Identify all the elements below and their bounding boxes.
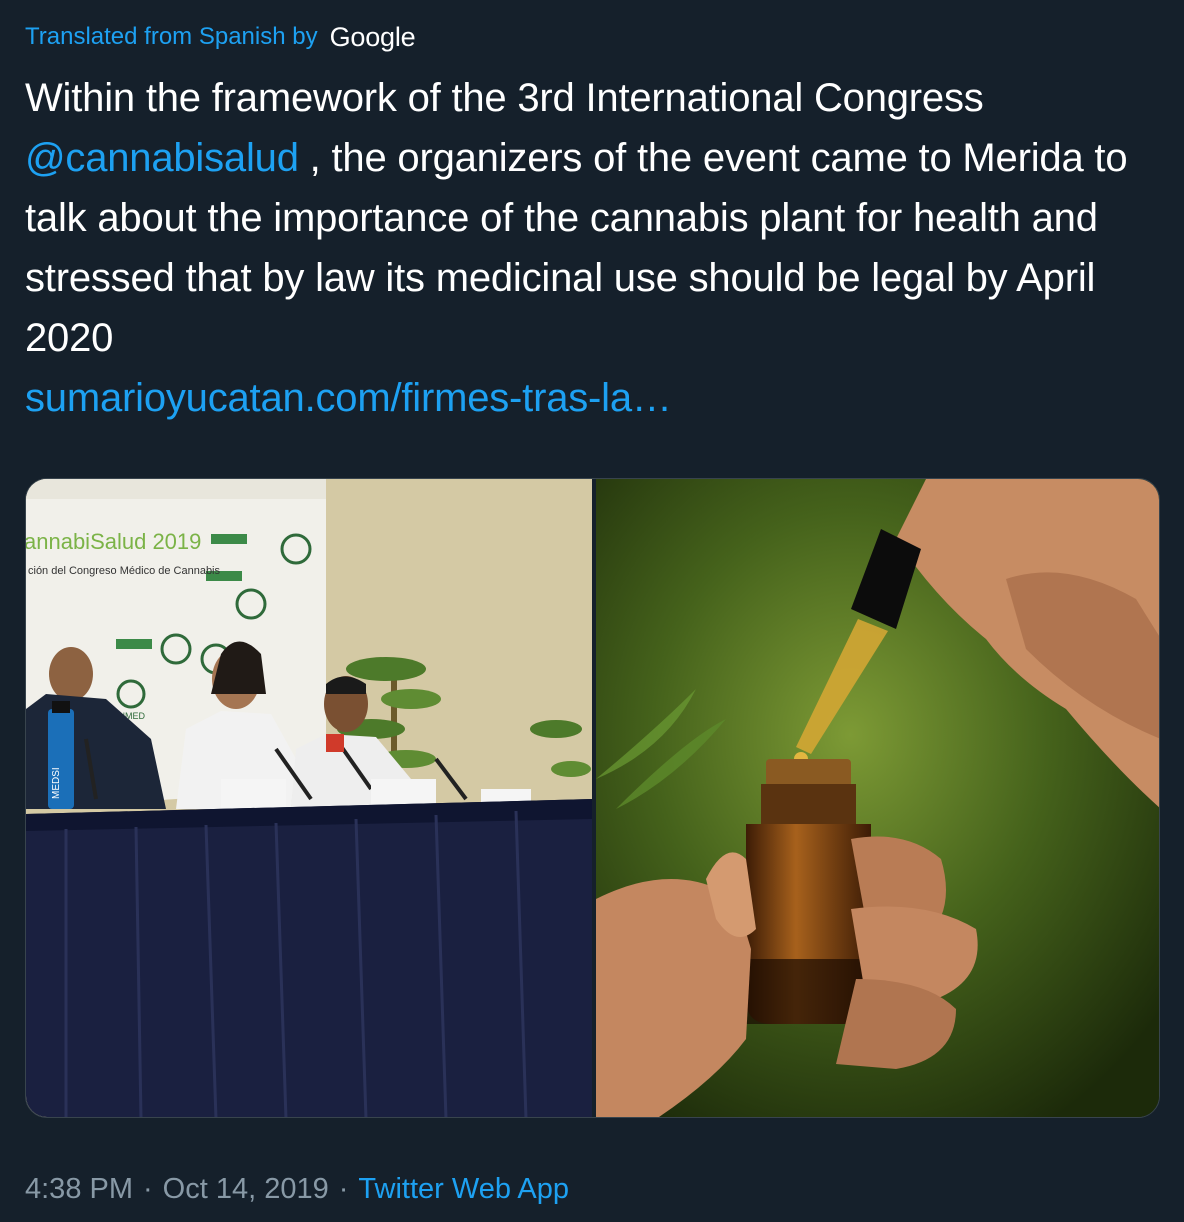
mention-link[interactable]: @cannabisalud: [25, 136, 299, 180]
bottle-label: MEDSI: [51, 767, 62, 799]
dropper-illustration: [596, 479, 1159, 1117]
tweet-text: Within the framework of the 3rd Internat…: [25, 68, 1165, 428]
tweet-footer: 4:38 PM · Oct 14, 2019 · Twitter Web App: [25, 1168, 569, 1210]
article-link[interactable]: sumarioyucatan.com/firmes-tras-la…: [25, 376, 672, 420]
banner-subtitle: ción del Congreso Médico de Cannabis: [28, 565, 221, 577]
tweet-time[interactable]: 4:38 PM: [25, 1173, 133, 1206]
tweet: Translated from Spanish by Google Within…: [0, 0, 1184, 1222]
separator: ·: [143, 1172, 153, 1205]
translation-attribution: Translated from Spanish by Google: [25, 20, 416, 54]
separator: ·: [338, 1172, 349, 1205]
banner-title: annabiSalud 2019: [26, 529, 201, 554]
google-logo: Google: [329, 21, 416, 52]
photo-cannabis-oil-dropper[interactable]: [596, 479, 1159, 1117]
tweet-date[interactable]: Oct 14, 2019: [163, 1173, 329, 1206]
translation-label: Translated from Spanish by: [25, 23, 318, 50]
photo-press-conference[interactable]: annabiSalud 2019 ción del Congreso Médic…: [26, 479, 592, 1117]
tweet-text-line1: Within the framework of the 3rd Internat…: [25, 76, 984, 120]
media-grid: annabiSalud 2019 ción del Congreso Médic…: [25, 478, 1160, 1118]
source-app-link[interactable]: Twitter Web App: [358, 1173, 569, 1206]
press-conference-illustration: annabiSalud 2019 ción del Congreso Médic…: [26, 479, 592, 1117]
